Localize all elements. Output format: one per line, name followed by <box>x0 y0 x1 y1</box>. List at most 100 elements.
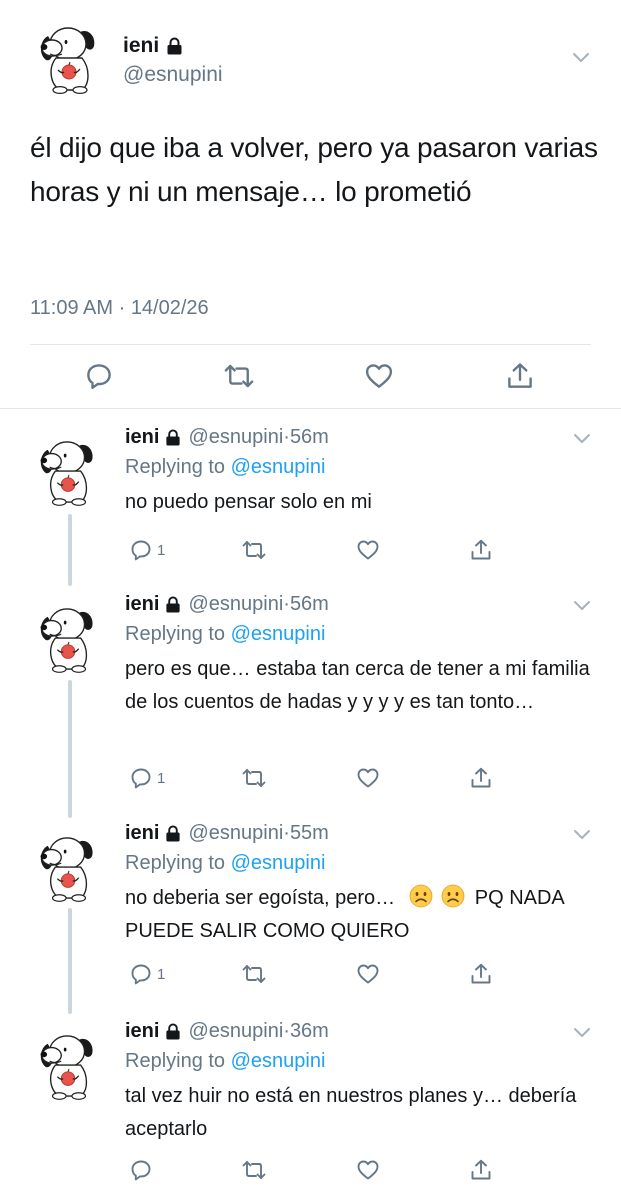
author-row: ieni <box>123 34 183 58</box>
heart-icon <box>356 962 380 986</box>
replying-to: Replying to @esnupini <box>125 1050 325 1073</box>
lock-icon <box>166 37 183 55</box>
reply-count: 1 <box>157 965 166 983</box>
heart-icon <box>356 1158 380 1182</box>
username[interactable]: @esnupini <box>188 822 283 845</box>
reply-button[interactable]: 1 <box>129 537 165 563</box>
heart-icon <box>356 766 380 790</box>
avatar[interactable] <box>38 832 100 904</box>
mention-link[interactable]: @esnupini <box>231 852 326 874</box>
display-name[interactable]: ieni <box>125 822 159 845</box>
tweet-date: 14/02/26 <box>130 297 209 319</box>
chevron-down-icon[interactable] <box>573 433 591 445</box>
reply-button[interactable] <box>129 1157 157 1183</box>
replying-prefix: Replying to <box>125 1050 231 1072</box>
tweet-text-start: no deberia ser egoísta, pero… <box>125 887 396 909</box>
tweet-text: no puedo pensar solo en mi <box>125 491 372 513</box>
username[interactable]: @esnupini <box>188 593 283 616</box>
reply-tweet[interactable]: ieni @esnupini · 36m Replying to @esnupi… <box>0 1012 621 1200</box>
lock-icon <box>165 429 181 446</box>
share-icon <box>469 962 493 986</box>
comment-icon <box>129 538 153 562</box>
tweet-text: no deberia ser egoísta, pero… PQ NADA PU… <box>125 882 595 948</box>
replying-prefix: Replying to <box>125 456 231 478</box>
retweet-button[interactable] <box>242 1157 266 1183</box>
reply-tweet[interactable]: ieni @esnupini · 56m Replying to @esnupi… <box>0 585 621 815</box>
dot-separator: · <box>283 1020 290 1042</box>
share-icon <box>469 538 493 562</box>
mention-link[interactable]: @esnupini <box>231 456 326 478</box>
dot-separator: · <box>283 822 290 844</box>
like-button[interactable] <box>356 961 380 987</box>
heart-icon[interactable] <box>364 361 394 391</box>
username[interactable]: @esnupini <box>188 426 283 449</box>
reply-header: ieni @esnupini · 56m <box>125 426 329 449</box>
frowning-face-emoji <box>409 884 433 908</box>
like-button[interactable] <box>356 765 380 791</box>
retweet-button[interactable] <box>242 765 266 791</box>
section-divider <box>0 408 621 409</box>
relative-time[interactable]: 55m <box>290 822 329 845</box>
like-button[interactable] <box>356 1157 380 1183</box>
share-button[interactable] <box>469 765 493 791</box>
retweet-icon <box>242 962 266 986</box>
tweet-actions <box>0 361 621 391</box>
comment-icon[interactable] <box>84 361 114 391</box>
like-button[interactable] <box>356 537 380 563</box>
main-tweet: ieni @esnupini él dijo que iba a volver,… <box>0 0 621 408</box>
relative-time[interactable]: 56m <box>290 593 329 616</box>
retweet-icon[interactable] <box>224 361 254 391</box>
dot-separator: · <box>283 593 290 615</box>
display-name[interactable]: ieni <box>125 426 159 449</box>
replying-prefix: Replying to <box>125 623 231 645</box>
chevron-down-icon[interactable] <box>573 829 591 841</box>
reply-tweet[interactable]: ieni @esnupini · 55m Replying to @esnupi… <box>0 814 621 1014</box>
share-button[interactable] <box>469 537 493 563</box>
mention-link[interactable]: @esnupini <box>231 1050 326 1072</box>
username[interactable]: @esnupini <box>188 1020 283 1043</box>
chevron-down-icon[interactable] <box>572 52 590 64</box>
reply-header: ieni @esnupini · 36m <box>125 1020 329 1043</box>
comment-icon <box>129 962 153 986</box>
retweet-icon <box>242 766 266 790</box>
retweet-icon <box>242 1158 266 1182</box>
reply-count: 1 <box>157 541 166 559</box>
replying-prefix: Replying to <box>125 852 231 874</box>
reply-count: 1 <box>157 769 166 787</box>
tweet-text: él dijo que iba a volver, pero ya pasaro… <box>30 132 598 207</box>
reply-button[interactable]: 1 <box>129 765 165 791</box>
replying-to: Replying to @esnupini <box>125 623 325 646</box>
display-name[interactable]: ieni <box>125 1020 159 1043</box>
retweet-button[interactable] <box>242 537 266 563</box>
retweet-button[interactable] <box>242 961 266 987</box>
display-name[interactable]: ieni <box>125 593 159 616</box>
share-icon <box>469 766 493 790</box>
avatar[interactable] <box>38 22 102 96</box>
mention-link[interactable]: @esnupini <box>231 623 326 645</box>
chevron-down-icon[interactable] <box>573 600 591 612</box>
dot-separator: · <box>283 426 290 448</box>
retweet-icon <box>242 538 266 562</box>
relative-time[interactable]: 36m <box>290 1020 329 1043</box>
share-button[interactable] <box>469 1157 493 1183</box>
lock-icon <box>165 825 181 842</box>
comment-icon <box>129 766 153 790</box>
username[interactable]: @esnupini <box>123 63 223 87</box>
chevron-down-icon[interactable] <box>573 1027 591 1039</box>
share-icon <box>469 1158 493 1182</box>
tweet-text: tal vez huir no está en nuestros planes … <box>125 1085 577 1140</box>
reply-button[interactable]: 1 <box>129 961 165 987</box>
avatar[interactable] <box>38 603 100 675</box>
share-icon[interactable] <box>505 361 535 391</box>
share-button[interactable] <box>469 961 493 987</box>
avatar[interactable] <box>38 436 100 508</box>
tweet-time: 11:09 AM <box>30 297 114 319</box>
display-name[interactable]: ieni <box>123 34 159 58</box>
replying-to: Replying to @esnupini <box>125 456 325 479</box>
tweet-timestamp[interactable]: 11:09 AM · 14/02/26 <box>30 297 209 320</box>
avatar[interactable] <box>38 1030 100 1102</box>
lock-icon <box>165 1023 181 1040</box>
replying-to: Replying to @esnupini <box>125 852 325 875</box>
relative-time[interactable]: 56m <box>290 426 329 449</box>
reply-tweet[interactable]: ieni @esnupini · 56m Replying to @esnupi… <box>0 418 621 588</box>
